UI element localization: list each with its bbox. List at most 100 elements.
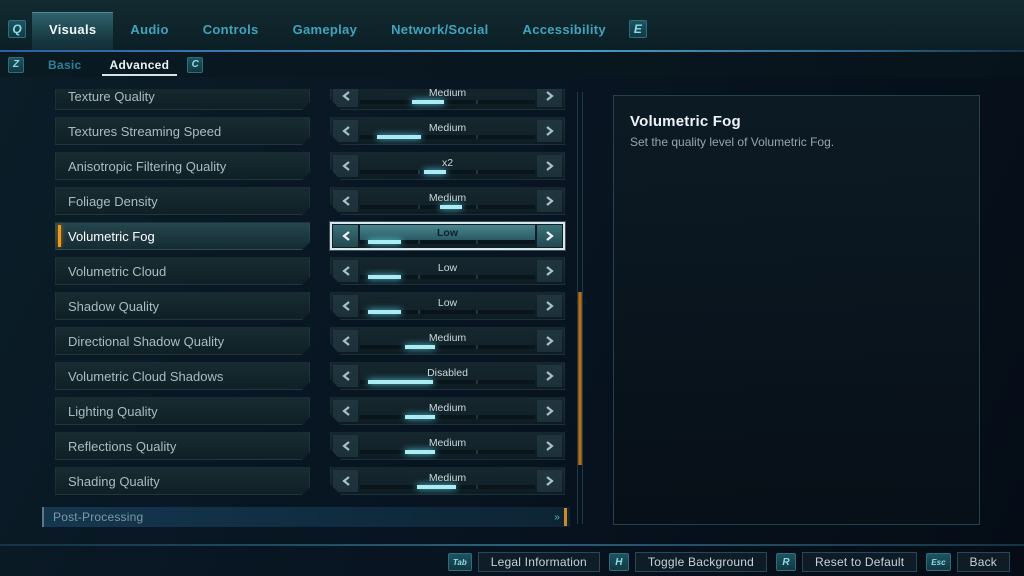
stepper-left-arrow-icon[interactable] [333,89,358,107]
setting-stepper: Disabled [330,362,565,390]
stepper-right-arrow-icon[interactable] [537,470,562,492]
stepper-value: Medium [360,470,535,485]
setting-label[interactable]: Textures Streaming Speed [55,117,310,145]
setting-label[interactable]: Volumetric Fog [55,222,310,250]
stepper-left-arrow-icon[interactable] [333,190,358,212]
tab-accessibility[interactable]: Accessibility [506,13,623,50]
scrollbar-thumb[interactable] [578,292,582,465]
detail-description: Set the quality level of Volumetric Fog. [630,135,963,149]
stepper-body: Medium [359,435,536,457]
stepper-handle[interactable] [424,170,445,174]
footer-actions: TabLegal InformationHToggle BackgroundRR… [0,549,1024,575]
stepper-right-arrow-icon[interactable] [537,225,562,247]
stepper-handle[interactable] [368,240,402,244]
stepper-body: x2 [359,155,536,177]
stepper-handle[interactable] [405,345,435,349]
subtab-advanced[interactable]: Advanced [96,52,184,77]
back-button[interactable]: Back [957,552,1010,572]
top-tabs: VisualsAudioControlsGameplayNetwork/Soci… [32,0,623,50]
stepper-left-arrow-icon[interactable] [333,225,358,247]
tab-gameplay[interactable]: Gameplay [276,13,375,50]
stepper-value: Medium [360,330,535,345]
stepper-right-arrow-icon[interactable] [537,365,562,387]
stepper-body: Low [359,260,536,282]
stepper-right-arrow-icon[interactable] [537,260,562,282]
stepper-value: Medium [360,400,535,415]
list-scrollbar[interactable] [577,92,583,524]
tab-visuals[interactable]: Visuals [32,12,113,50]
setting-label[interactable]: Lighting Quality [55,397,310,425]
stepper-left-arrow-icon[interactable] [333,155,358,177]
stepper-handle[interactable] [368,380,433,384]
stepper-handle[interactable] [405,415,435,419]
stepper-right-arrow-icon[interactable] [537,190,562,212]
stepper-handle[interactable] [417,485,456,489]
stepper-handle[interactable] [405,450,435,454]
setting-label[interactable]: Volumetric Cloud [55,257,310,285]
stepper-track[interactable] [360,415,535,419]
section-post-processing[interactable]: Post-Processing » [42,507,570,527]
stepper-left-arrow-icon[interactable] [333,365,358,387]
setting-stepper: Medium [330,89,565,110]
stepper-right-arrow-icon[interactable] [537,435,562,457]
setting-label[interactable]: Directional Shadow Quality [55,327,310,355]
setting-row-textures-streaming-speed: Textures Streaming Speed Medium [42,117,570,145]
stepper-right-arrow-icon[interactable] [537,120,562,142]
settings-list: Texture Quality Medium Textures Streamin… [42,89,570,535]
setting-row-directional-shadow-quality: Directional Shadow Quality Medium [42,327,570,355]
expand-chevron-icon: » [554,512,560,523]
action-legal-information: TabLegal Information [448,552,600,572]
tab-audio[interactable]: Audio [113,13,185,50]
stepper-left-arrow-icon[interactable] [333,295,358,317]
key-badge-prev-subtab: Z [8,57,24,73]
stepper-track[interactable] [360,450,535,454]
stepper-left-arrow-icon[interactable] [333,435,358,457]
stepper-body: Medium [359,470,536,492]
stepper-value: Low [360,295,535,310]
stepper-track[interactable] [360,100,535,104]
setting-stepper: Medium [330,397,565,425]
setting-label[interactable]: Shadow Quality [55,292,310,320]
stepper-track[interactable] [360,170,535,174]
footer-divider [0,544,1024,546]
setting-stepper: Medium [330,117,565,145]
legal-information-button[interactable]: Legal Information [478,552,600,572]
stepper-body: Low [359,225,536,247]
detail-panel: Volumetric Fog Set the quality level of … [613,95,980,525]
setting-label[interactable]: Shading Quality [55,467,310,495]
stepper-left-arrow-icon[interactable] [333,120,358,142]
subtab-basic[interactable]: Basic [34,52,96,77]
action-back: EscBack [926,552,1010,572]
stepper-value: Low [360,225,535,240]
stepper-left-arrow-icon[interactable] [333,260,358,282]
stepper-handle[interactable] [377,135,421,139]
stepper-left-arrow-icon[interactable] [333,330,358,352]
stepper-handle[interactable] [368,310,402,314]
setting-stepper: Medium [330,432,565,460]
stepper-handle[interactable] [412,100,444,104]
stepper-right-arrow-icon[interactable] [537,89,562,107]
reset-to-default-button[interactable]: Reset to Default [802,552,917,572]
stepper-left-arrow-icon[interactable] [333,400,358,422]
stepper-track[interactable] [360,345,535,349]
setting-label[interactable]: Volumetric Cloud Shadows [55,362,310,390]
setting-label[interactable]: Foliage Density [55,187,310,215]
stepper-right-arrow-icon[interactable] [537,400,562,422]
stepper-value: Medium [360,89,535,100]
stepper-left-arrow-icon[interactable] [333,470,358,492]
stepper-right-arrow-icon[interactable] [537,155,562,177]
stepper-right-arrow-icon[interactable] [537,330,562,352]
stepper-handle[interactable] [440,205,461,209]
stepper-value: Medium [360,190,535,205]
toggle-background-button[interactable]: Toggle Background [635,552,767,572]
sub-nav: Z BasicAdvanced C [0,52,1024,77]
stepper-handle[interactable] [368,275,402,279]
stepper-right-arrow-icon[interactable] [537,295,562,317]
tab-controls[interactable]: Controls [186,13,276,50]
setting-label[interactable]: Reflections Quality [55,432,310,460]
setting-label[interactable]: Anisotropic Filtering Quality [55,152,310,180]
top-nav: Q VisualsAudioControlsGameplayNetwork/So… [0,0,1024,50]
stepper-body: Low [359,295,536,317]
setting-label[interactable]: Texture Quality [55,89,310,110]
tab-network-social[interactable]: Network/Social [374,13,505,50]
